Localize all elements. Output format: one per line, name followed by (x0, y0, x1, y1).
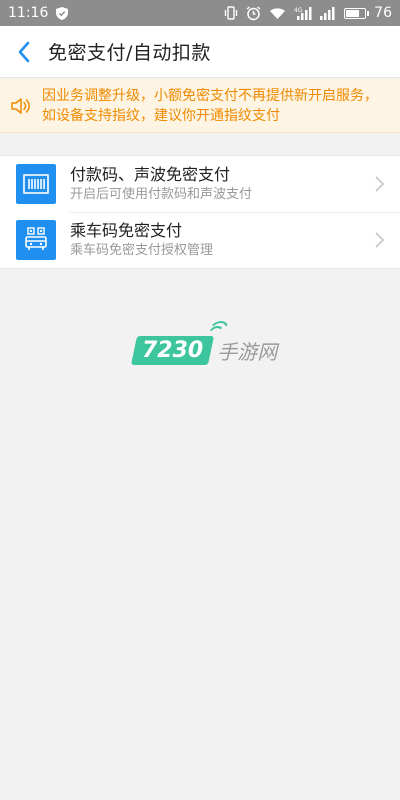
alarm-icon (246, 5, 261, 21)
watermark-text: 手游网 (217, 340, 278, 364)
notice-banner: 因业务调整升级，小额免密支付不再提供新开启服务，如设备支持指纹，建议你开通指纹支… (0, 79, 400, 133)
list-item-text: 乘车码免密支付 乘车码免密支付授权管理 (70, 220, 364, 260)
list-item-payment-code[interactable]: 付款码、声波免密支付 开启后可使用付款码和声波支付 (0, 156, 400, 212)
list-item-text: 付款码、声波免密支付 开启后可使用付款码和声波支付 (70, 164, 364, 204)
chevron-left-icon (18, 41, 30, 62)
payment-options-list: 付款码、声波免密支付 开启后可使用付款码和声波支付 乘车码免密支付 乘车码免密支… (0, 155, 400, 269)
speaker-icon (0, 97, 42, 115)
status-time: 11:16 (8, 5, 49, 21)
list-item-title: 付款码、声波免密支付 (70, 165, 231, 184)
status-bar-right: 4G 76 (224, 5, 392, 21)
vibrate-icon (224, 6, 238, 20)
shield-icon (56, 6, 69, 20)
screen: 11:16 4G 76 免密支付/自动扣款 因业务调整升级，小额免密支付不再提供… (0, 0, 400, 800)
signal-icon (320, 6, 336, 20)
list-item-title: 乘车码免密支付 (70, 221, 183, 240)
battery-level: 76 (374, 5, 392, 21)
network-label: 4G (294, 7, 303, 14)
list-item-subtitle: 开启后可使用付款码和声波支付 (70, 187, 253, 202)
status-bar-left: 11:16 (8, 5, 69, 21)
wifi-icon (269, 7, 286, 20)
signal-4g-icon: 4G (294, 6, 312, 20)
watermark-badge-text: 7230 (142, 338, 204, 363)
list-item-subtitle: 乘车码免密支付授权管理 (70, 243, 214, 258)
chevron-right-icon (364, 176, 394, 192)
barcode-icon (16, 164, 56, 204)
watermark-logo: 7230 手游网 (130, 321, 278, 365)
page-title: 免密支付/自动扣款 (48, 42, 211, 64)
notice-text: 因业务调整升级，小额免密支付不再提供新开启服务，如设备支持指纹，建议你开通指纹支… (42, 87, 378, 124)
watermark-badge: 7230 (130, 321, 228, 365)
nav-header: 免密支付/自动扣款 (0, 26, 400, 78)
status-bar: 11:16 4G 76 (0, 0, 400, 26)
battery-icon (344, 7, 370, 19)
back-button[interactable] (0, 26, 48, 78)
wifi-arc-icon (210, 321, 228, 331)
bus-code-icon (16, 220, 56, 260)
list-item-bus-code[interactable]: 乘车码免密支付 乘车码免密支付授权管理 (0, 212, 400, 268)
chevron-right-icon (364, 232, 394, 248)
